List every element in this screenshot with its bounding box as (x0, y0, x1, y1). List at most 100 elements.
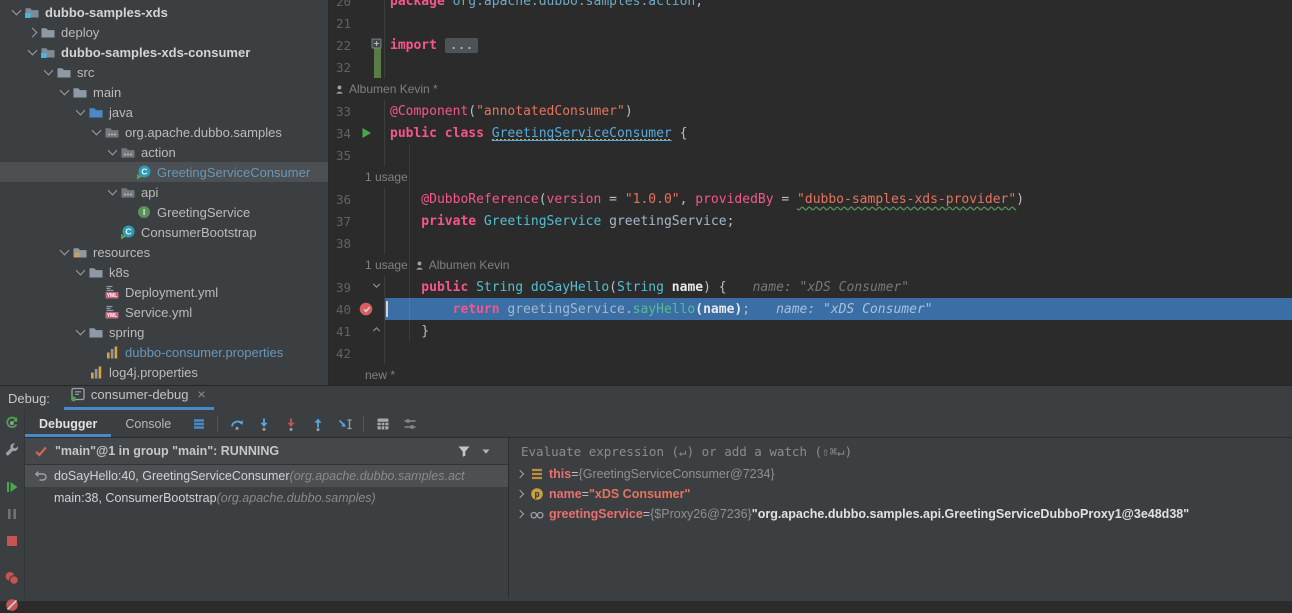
chevron-expanded-icon[interactable] (72, 110, 88, 114)
tree-item-main[interactable]: main (0, 82, 328, 102)
editor-gutter[interactable]: 22 (329, 34, 385, 56)
variable-row-greetingservice[interactable]: greetingService = {$Proxy26@7236} "org.a… (509, 504, 1292, 524)
code-text[interactable] (385, 12, 1292, 34)
stop-icon[interactable] (4, 533, 20, 549)
debug-session-tab-label: consumer-debug (91, 387, 189, 402)
filter-icon[interactable] (456, 443, 472, 459)
code-text[interactable]: } (385, 320, 1292, 342)
mute-breakpoints-icon[interactable] (4, 597, 20, 613)
chevron-expanded-icon[interactable] (40, 70, 56, 74)
chevron-expanded-icon[interactable] (56, 90, 72, 94)
pause-program-icon[interactable] (4, 506, 20, 522)
editor-gutter[interactable]: 37 (329, 210, 385, 232)
rerun-icon[interactable] (4, 415, 20, 431)
chevron-expanded-icon[interactable] (24, 50, 40, 54)
close-icon[interactable]: × (197, 389, 205, 399)
code-editor[interactable]: 20 package org.apache.dubbo.samples.actio… (329, 0, 1292, 385)
step-into-icon[interactable] (250, 413, 277, 435)
code-text[interactable] (385, 232, 1292, 254)
tree-item-src[interactable]: src (0, 62, 328, 82)
code-text[interactable] (385, 144, 1292, 166)
fold-down-icon[interactable] (370, 279, 383, 292)
code-text[interactable] (385, 56, 1292, 78)
editor-gutter[interactable]: 35 (329, 144, 385, 166)
tree-item-consumerbootstrap[interactable]: CConsumerBootstrap (0, 222, 328, 242)
tree-item-greetingservice[interactable]: IGreetingService (0, 202, 328, 222)
tree-item-java[interactable]: java (0, 102, 328, 122)
editor-gutter[interactable]: 40 (329, 298, 385, 320)
editor-gutter[interactable]: 36 (329, 188, 385, 210)
run-class-icon[interactable] (358, 125, 374, 141)
chevron-expanded-icon[interactable] (72, 270, 88, 274)
code-text[interactable]: @Component("annotatedConsumer") (385, 100, 1292, 122)
code-token: public class (390, 126, 492, 141)
fold-plus-icon[interactable] (370, 37, 383, 50)
debug-session-tab[interactable]: consumer-debug × (64, 383, 214, 410)
tree-item-label: GreetingService (157, 205, 250, 220)
tree-item-resources[interactable]: resources (0, 242, 328, 262)
chevron-collapsed-icon[interactable] (24, 29, 40, 36)
chevron-expanded-icon[interactable] (8, 10, 24, 14)
tree-item-service-yml[interactable]: YMLService.yml (0, 302, 328, 322)
editor-gutter[interactable]: 34 (329, 122, 385, 144)
force-step-into-icon[interactable] (277, 413, 304, 435)
view-breakpoints-icon[interactable] (4, 570, 20, 586)
tree-item-dubbo-samples-xds[interactable]: dubbo-samples-xds (0, 2, 328, 22)
tree-item-k8s[interactable]: k8s (0, 262, 328, 282)
tree-item-dubbo-samples-xds-consumer[interactable]: dubbo-samples-xds-consumer (0, 42, 328, 62)
code-text[interactable]: import ... (385, 34, 1292, 56)
chevron-right-icon[interactable] (513, 491, 527, 497)
tree-item-api[interactable]: api (0, 182, 328, 202)
show-execution-point-icon[interactable] (185, 413, 212, 435)
editor-gutter[interactable]: 39 (329, 276, 385, 298)
editor-gutter[interactable]: 41 (329, 320, 385, 342)
editor-gutter[interactable]: 33 (329, 100, 385, 122)
tree-item-greetingserviceconsumer[interactable]: CGreetingServiceConsumer (0, 162, 328, 182)
tab-debugger[interactable]: Debugger (25, 410, 111, 437)
evaluate-expression-icon[interactable] (369, 413, 396, 435)
tree-item-spring[interactable]: spring (0, 322, 328, 342)
fold-up-icon[interactable] (370, 323, 383, 336)
tree-item-action[interactable]: action (0, 142, 328, 162)
chevron-down-icon[interactable] (478, 443, 494, 459)
code-text[interactable]: public String doSayHello(String name) {n… (385, 276, 1292, 298)
tree-item-dubbo-consumer-properties[interactable]: dubbo-consumer.properties (0, 342, 328, 362)
tree-item-deployment-yml[interactable]: YMLDeployment.yml (0, 282, 328, 302)
code-text[interactable]: private GreetingService greetingService; (385, 210, 1292, 232)
editor-gutter[interactable]: 42 (329, 342, 385, 364)
code-text[interactable]: @DubboReference(version = "1.0.0", provi… (385, 188, 1292, 210)
chevron-expanded-icon[interactable] (56, 250, 72, 254)
step-out-icon[interactable] (304, 413, 331, 435)
tree-item-log4j-properties[interactable]: log4j.properties (0, 362, 328, 382)
tree-item-deploy[interactable]: deploy (0, 22, 328, 42)
chevron-expanded-icon[interactable] (88, 130, 104, 134)
frame-row[interactable]: main:38, ConsumerBootstrap (org.apache.d… (25, 487, 508, 509)
code-text[interactable] (385, 342, 1292, 364)
chevron-right-icon[interactable] (513, 471, 527, 477)
resume-program-icon[interactable] (4, 479, 20, 495)
breakpoint-icon[interactable] (358, 301, 374, 317)
editor-gutter[interactable]: 38 (329, 232, 385, 254)
chevron-right-icon[interactable] (513, 511, 527, 517)
layout-settings-icon[interactable] (396, 413, 423, 435)
editor-gutter[interactable]: 32 (329, 56, 385, 78)
chevron-expanded-icon[interactable] (104, 150, 120, 154)
variable-row-this[interactable]: this = {GreetingServiceConsumer@7234} (509, 464, 1292, 484)
chevron-expanded-icon[interactable] (104, 190, 120, 194)
code-text[interactable]: package org.apache.dubbo.samples.action; (385, 0, 1292, 12)
tree-item-org-apache-dubbo-samples[interactable]: org.apache.dubbo.samples (0, 122, 328, 142)
run-to-cursor-icon[interactable] (331, 413, 358, 435)
tab-console[interactable]: Console (111, 410, 185, 437)
thread-selector[interactable]: "main"@1 in group "main": RUNNING (25, 438, 508, 465)
modify-run-configuration-icon[interactable] (4, 442, 20, 458)
chevron-expanded-icon[interactable] (72, 330, 88, 334)
line-number: 20 (329, 0, 351, 9)
editor-gutter[interactable]: 21 (329, 12, 385, 34)
code-text[interactable]: public class GreetingServiceConsumer { (385, 122, 1292, 144)
step-over-icon[interactable] (223, 413, 250, 435)
editor-gutter[interactable]: 20 (329, 0, 385, 12)
code-text[interactable]: return greetingService.sayHello(name);na… (385, 298, 1292, 320)
variable-row-name[interactable]: pname = "xDS Consumer" (509, 484, 1292, 504)
evaluate-expression-input[interactable]: Evaluate expression (↵) or add a watch (… (509, 438, 1292, 464)
frame-row[interactable]: doSayHello:40, GreetingServiceConsumer (… (25, 465, 508, 487)
